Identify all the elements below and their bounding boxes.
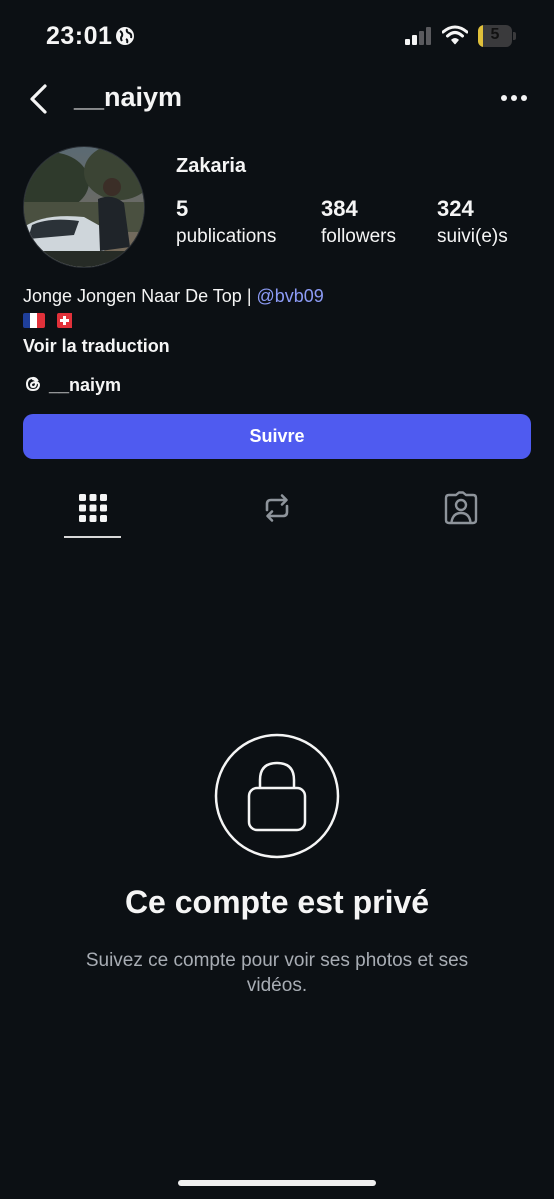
lock-icon	[214, 733, 340, 859]
following-count: 324	[437, 196, 474, 221]
status-bar: 23:01 5	[0, 0, 554, 72]
avatar[interactable]	[23, 146, 145, 268]
grid-icon	[79, 494, 107, 522]
tab-tagged[interactable]	[443, 490, 479, 526]
threads-icon	[25, 376, 41, 392]
followers-label: followers	[321, 226, 396, 247]
posts-stat: 5 publications	[176, 196, 276, 248]
avatar-photo	[24, 147, 144, 267]
battery-level: 5	[490, 26, 500, 43]
switzerland-flag	[57, 313, 79, 328]
posts-label: publications	[176, 226, 277, 247]
chevron-left-icon	[30, 84, 47, 114]
profile-username-title: __naiym	[74, 82, 183, 112]
private-account-subtitle: Suivez ce compte pour voir ses photos et…	[85, 950, 469, 996]
bio-flags	[23, 313, 87, 331]
following-label: suivi(e)s	[437, 226, 508, 247]
more-horizontal-icon	[501, 95, 527, 101]
display-name: Zakaria	[176, 155, 247, 177]
followers-count: 384	[321, 196, 358, 221]
active-tab-indicator	[64, 536, 121, 538]
tab-grid[interactable]	[75, 490, 111, 526]
following-stat[interactable]: 324 suivi(e)s	[437, 196, 508, 248]
bio-text: Jonge Jongen Naar De Top | @bvb09	[23, 286, 324, 307]
cellular-signal-icon	[405, 27, 431, 45]
see-translation-link[interactable]: Voir la traduction	[23, 336, 170, 357]
follow-button[interactable]: Suivre	[23, 414, 531, 459]
repost-icon	[265, 494, 289, 522]
battery-icon: 5	[478, 25, 516, 47]
bio-mention-link[interactable]: @bvb09	[257, 286, 324, 306]
more-options-button[interactable]	[496, 88, 532, 108]
followers-stat[interactable]: 384 followers	[321, 196, 396, 248]
threads-handle: __naiym	[49, 375, 122, 395]
france-flag	[23, 313, 45, 328]
globe-icon	[116, 27, 134, 45]
back-button[interactable]	[22, 80, 58, 118]
tagged-person-icon	[444, 491, 478, 525]
status-time: 23:01	[46, 22, 113, 50]
bio-main-text: Jonge Jongen Naar De Top |	[23, 286, 257, 306]
posts-count: 5	[176, 196, 189, 221]
threads-link[interactable]: __naiym	[23, 374, 121, 396]
private-account-title: Ce compte est privé	[124, 884, 430, 920]
home-indicator[interactable]	[178, 1180, 376, 1186]
tab-reposts[interactable]	[259, 490, 295, 526]
wifi-icon	[442, 25, 468, 45]
